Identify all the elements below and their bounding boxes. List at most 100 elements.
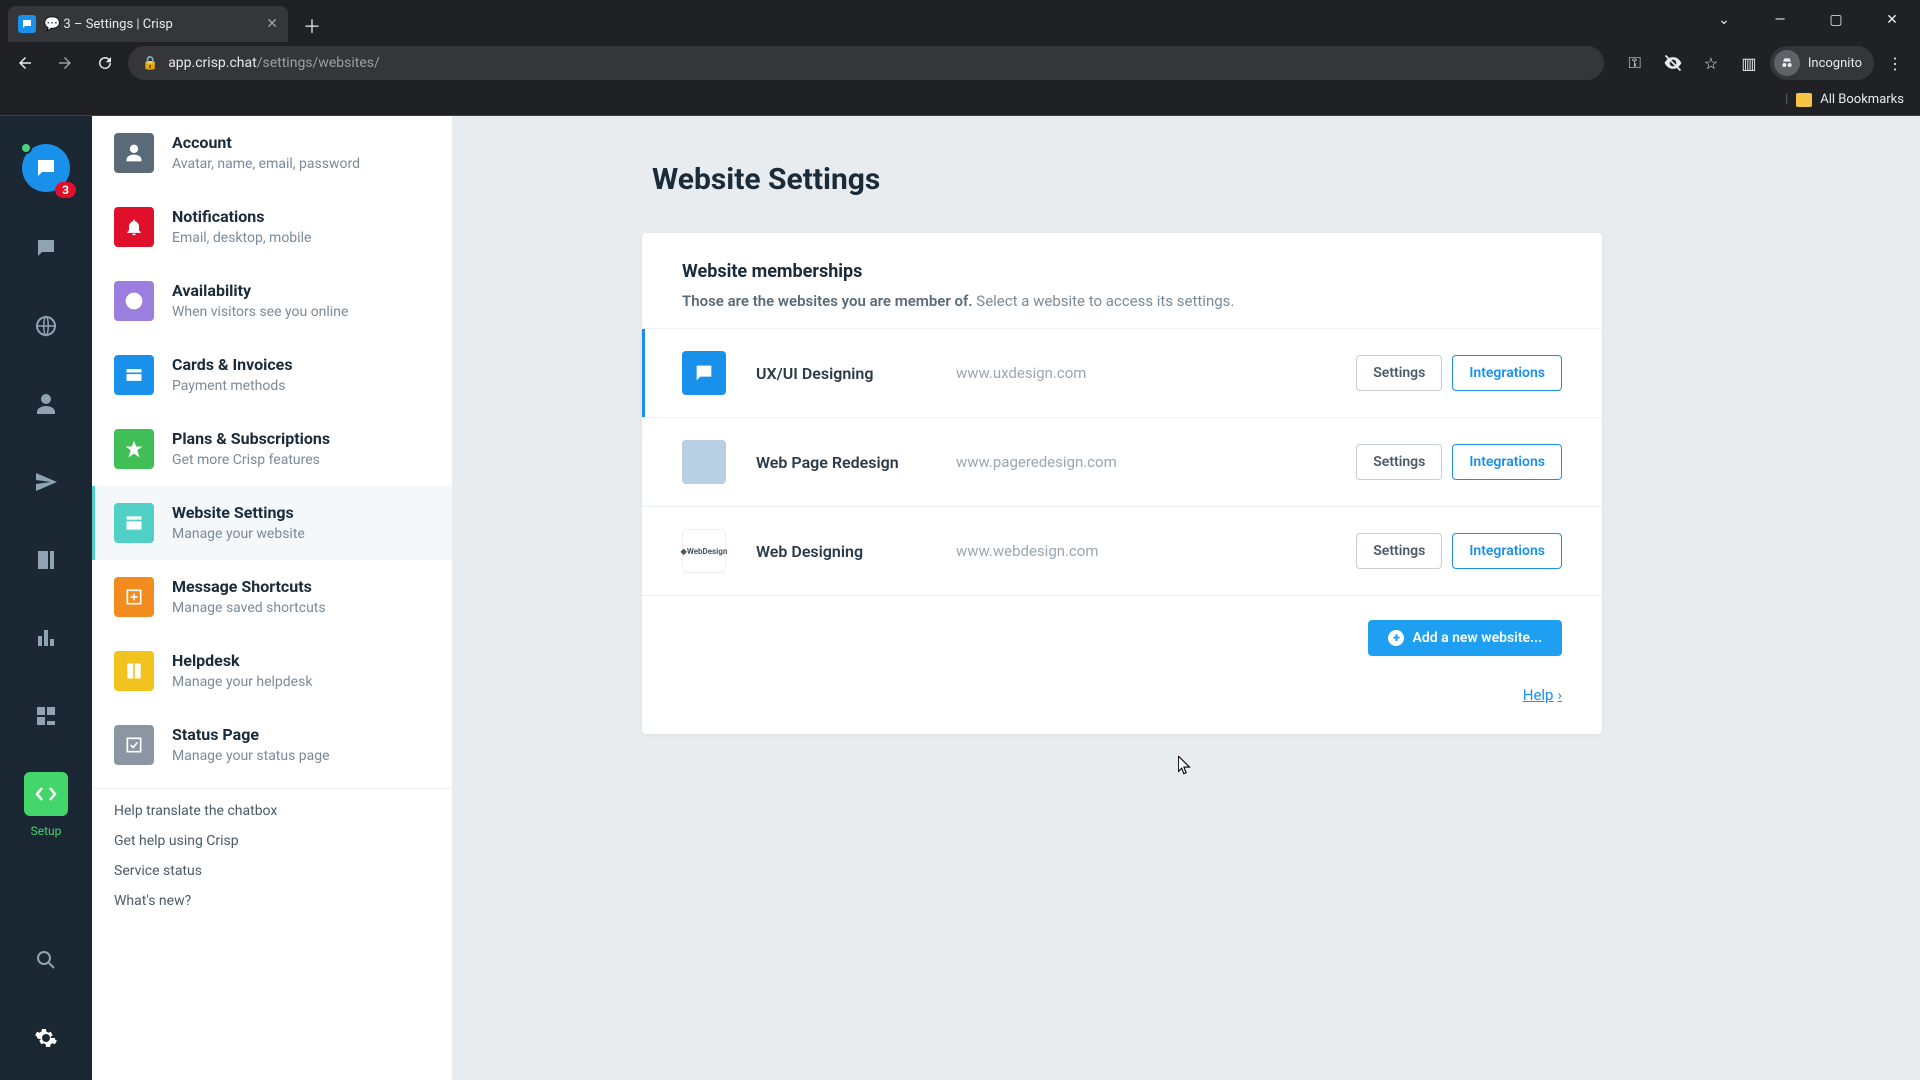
website-row[interactable]: ◆WebDesignWeb Designingwww.webdesign.com… (642, 506, 1602, 595)
website-name: UX/UI Designing (756, 364, 956, 383)
website-integrations-button[interactable]: Integrations (1452, 444, 1562, 480)
book-icon (114, 651, 154, 691)
website-settings-button[interactable]: Settings (1356, 533, 1442, 569)
forward-button[interactable] (48, 46, 82, 80)
new-tab-button[interactable]: ＋ (298, 12, 326, 40)
sidebar-item-website-settings[interactable]: Website Settings Manage your website (92, 486, 452, 560)
section-subtitle: Those are the websites you are member of… (682, 292, 1562, 310)
rail-inbox[interactable] (24, 226, 68, 270)
sidebar-item-title: Cards & Invoices (172, 355, 293, 374)
tab-close-icon[interactable]: ✕ (266, 16, 278, 32)
kebab-menu-icon[interactable]: ⋮ (1878, 46, 1912, 80)
rail-settings[interactable] (24, 1016, 68, 1060)
rail-campaigns[interactable] (24, 460, 68, 504)
website-url: www.pageredesign.com (956, 453, 1356, 471)
sidebar-item-sub: Payment methods (172, 378, 293, 394)
website-url: www.uxdesign.com (956, 364, 1356, 382)
sidebar-item-title: Message Shortcuts (172, 577, 326, 596)
incognito-badge[interactable]: Incognito (1770, 46, 1874, 80)
rail-analytics[interactable] (24, 616, 68, 660)
reload-button[interactable] (88, 46, 122, 80)
sidebar-item-title: Status Page (172, 725, 330, 744)
website-settings-button[interactable]: Settings (1356, 444, 1442, 480)
bell-icon (114, 207, 154, 247)
section-title: Website memberships (682, 261, 1562, 282)
incognito-icon (1774, 50, 1800, 76)
eye-off-icon[interactable] (1656, 46, 1690, 80)
sidebar-item-sub: Manage saved shortcuts (172, 600, 326, 616)
sidebar-item-title: Account (172, 133, 360, 152)
app-rail: 3 Setup (0, 116, 92, 1080)
sidebar-item-title: Website Settings (172, 503, 305, 522)
rail-search[interactable] (24, 938, 68, 982)
shortcut-icon (114, 577, 154, 617)
rail-badge-count: 3 (55, 182, 76, 198)
bookmarks-folder-icon (1796, 93, 1812, 107)
website-logo (682, 440, 726, 484)
sidebar-item-sub: Manage your website (172, 526, 305, 542)
key-icon[interactable]: ⚿ (1618, 46, 1652, 80)
browser-titlebar: 💬 3 – Settings | Crisp ✕ ＋ ⌄ ― ▢ ✕ (0, 0, 1920, 42)
sidebar-item-title: Availability (172, 281, 348, 300)
incognito-label: Incognito (1808, 56, 1862, 71)
website-row[interactable]: UX/UI Designingwww.uxdesign.comSettings I… (642, 328, 1602, 417)
sidebar-item-sub: When visitors see you online (172, 304, 348, 320)
sidebar-item-availability[interactable]: Availability When visitors see you online (92, 264, 452, 338)
sidebar-link[interactable]: What's new? (114, 893, 430, 909)
sidebar-item-helpdesk[interactable]: Helpdesk Manage your helpdesk (92, 634, 452, 708)
website-url: www.webdesign.com (956, 542, 1356, 560)
bookmark-star-icon[interactable]: ☆ (1694, 46, 1728, 80)
clock-icon (114, 281, 154, 321)
sidebar-item-account[interactable]: Account Avatar, name, email, password (92, 116, 452, 190)
rail-plugins[interactable] (24, 694, 68, 738)
person-icon (114, 133, 154, 173)
sidebar-item-title: Helpdesk (172, 651, 312, 670)
rail-visitors[interactable] (24, 304, 68, 348)
rail-setup[interactable] (24, 772, 68, 816)
window-controls: ⌄ ― ▢ ✕ (1696, 4, 1920, 36)
address-bar[interactable]: 🔒 app.crisp.chat/settings/websites/ (128, 46, 1604, 80)
sidebar-item-message-shortcuts[interactable]: Message Shortcuts Manage saved shortcuts (92, 560, 452, 634)
sidebar-item-notifications[interactable]: NotificationsEmail, desktop, mobile (92, 190, 452, 264)
sidebar-item-sub: Avatar, name, email, password (172, 156, 360, 172)
sidebar-link[interactable]: Get help using Crisp (114, 833, 430, 849)
sidebar-link[interactable]: Service status (114, 863, 430, 879)
sidebar-item-title: Notifications (172, 207, 311, 226)
browser-toolbar: 🔒 app.crisp.chat/settings/websites/ ⚿ ☆ … (0, 42, 1920, 84)
website-name: Web Page Redesign (756, 453, 956, 472)
add-website-button[interactable]: + Add a new website... (1368, 620, 1562, 656)
website-settings-button[interactable]: Settings (1356, 355, 1442, 391)
sidebar-item-sub: Manage your status page (172, 748, 330, 764)
sidebar-item-cards-invoices[interactable]: Cards & Invoices Payment methods (92, 338, 452, 412)
lock-icon: 🔒 (142, 56, 158, 71)
sidebar-item-title: Plans & Subscriptions (172, 429, 330, 448)
browser-tab[interactable]: 💬 3 – Settings | Crisp ✕ (8, 6, 288, 42)
presence-dot-icon (20, 142, 32, 154)
window-icon (114, 503, 154, 543)
all-bookmarks-link[interactable]: All Bookmarks (1820, 92, 1904, 107)
settings-sidebar[interactable]: Account Avatar, name, email, password Noti… (92, 116, 452, 1080)
minimize-icon[interactable]: ― (1752, 4, 1808, 36)
website-name: Web Designing (756, 542, 956, 561)
card-icon (114, 355, 154, 395)
extensions-icon[interactable]: ▥ (1732, 46, 1766, 80)
sidebar-item-sub: Manage your helpdesk (172, 674, 312, 690)
sidebar-item-plans-subscriptions[interactable]: Plans & SubscriptionsGet more Crisp feat… (92, 412, 452, 486)
tab-title: 💬 3 – Settings | Crisp (44, 17, 173, 32)
close-window-icon[interactable]: ✕ (1864, 4, 1920, 36)
dropdown-icon[interactable]: ⌄ (1696, 4, 1752, 36)
check-icon (114, 725, 154, 765)
rail-helpdesk[interactable] (24, 538, 68, 582)
plus-circle-icon: + (1388, 630, 1404, 646)
page-title: Website Settings (652, 162, 1860, 197)
website-row[interactable]: Web Page Redesignwww.pageredesign.comSet… (642, 417, 1602, 506)
maximize-icon[interactable]: ▢ (1808, 4, 1864, 36)
back-button[interactable] (8, 46, 42, 80)
website-integrations-button[interactable]: Integrations (1452, 533, 1562, 569)
sidebar-link[interactable]: Help translate the chatbox (114, 803, 430, 819)
sidebar-item-status-page[interactable]: Status Page Manage your status page (92, 708, 452, 782)
rail-contacts[interactable] (24, 382, 68, 426)
rail-avatar[interactable]: 3 (22, 144, 70, 192)
help-link[interactable]: Help› (1523, 686, 1562, 704)
website-integrations-button[interactable]: Integrations (1452, 355, 1562, 391)
